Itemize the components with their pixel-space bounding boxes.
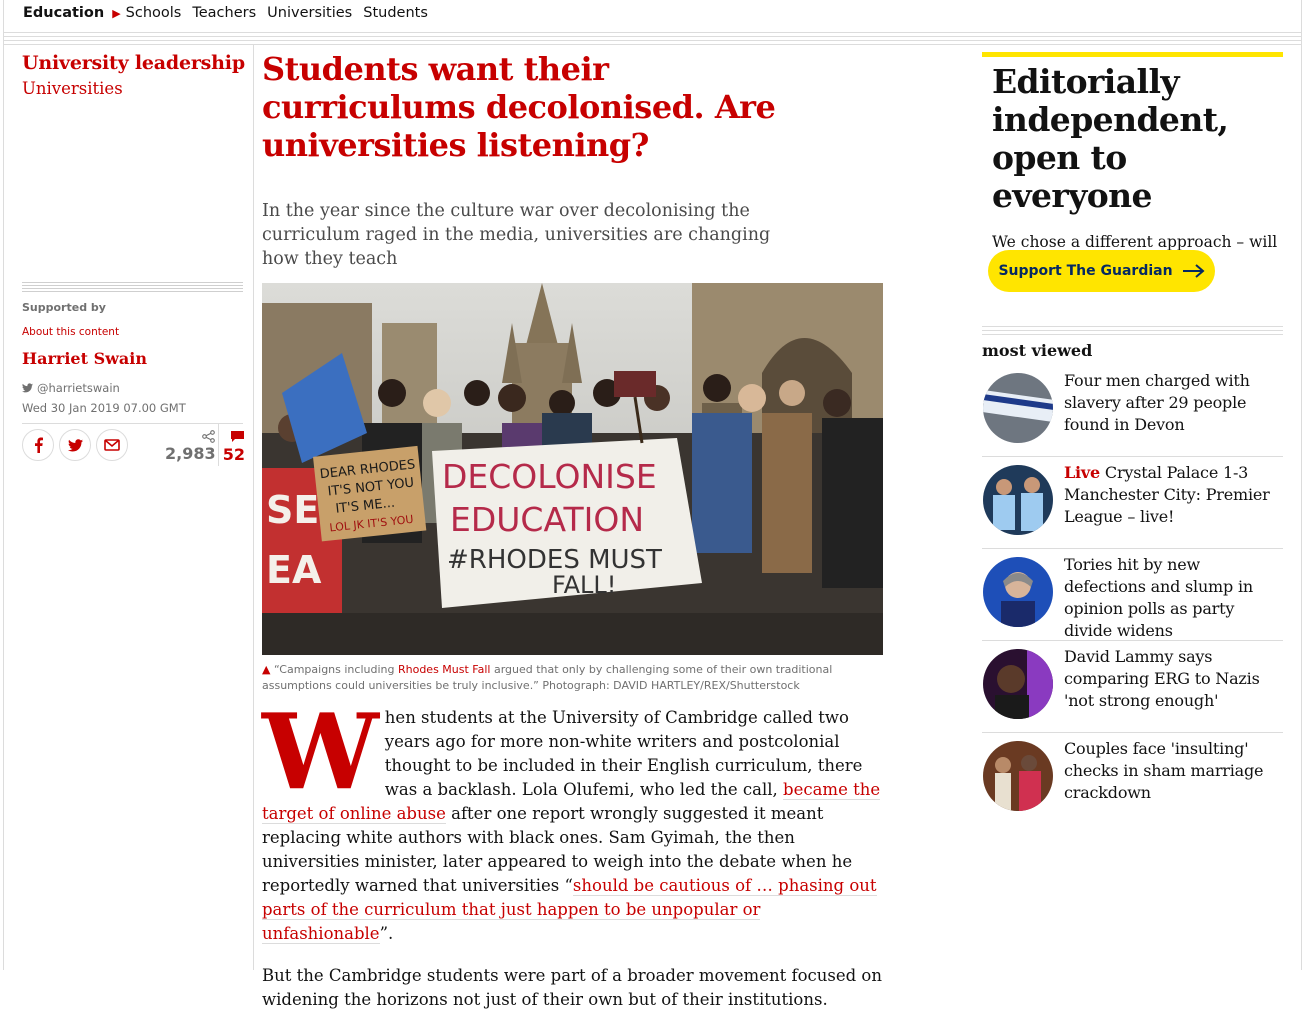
about-content-link[interactable]: About this content	[22, 326, 119, 338]
photo-banner-line: DECOLONISE	[442, 457, 657, 496]
section-nav: Education ▶ Schools Teachers Universitie…	[23, 2, 439, 24]
twitter-handle: @harrietswain	[37, 381, 120, 395]
svg-text:EA: EA	[266, 548, 322, 592]
most-viewed-headline: David Lammy says comparing ERG to Nazis …	[1064, 647, 1260, 710]
article-headline: Students want their curriculums decoloni…	[262, 50, 776, 164]
nav-arrow-icon: ▶	[112, 6, 121, 20]
share-icon	[202, 430, 215, 443]
series-label[interactable]: University leadership	[22, 52, 245, 74]
support-button-label: Support The Guardian	[998, 263, 1173, 279]
most-viewed-headline: Tories hit by new defections and slump i…	[1064, 555, 1253, 640]
nav-item-teachers[interactable]: Teachers	[192, 5, 256, 21]
most-viewed-thumbnail	[983, 465, 1053, 535]
comment-count-value: 52	[222, 445, 245, 464]
svg-text:SE: SE	[266, 488, 319, 532]
facebook-icon	[34, 437, 43, 453]
article-main-image: SE EA DEAR RHODES IT'S NOT YOU IT'S ME..…	[262, 283, 883, 655]
article-body: When students at the University of Cambr…	[262, 690, 882, 1030]
byline-author[interactable]: Harriet Swain	[22, 349, 147, 368]
support-heading: Editorially independent, open to everyon…	[992, 62, 1229, 215]
most-viewed-title: most viewed	[982, 341, 1093, 360]
email-icon	[104, 439, 120, 451]
most-viewed-item[interactable]: Four men charged with slavery after 29 p…	[982, 365, 1283, 457]
nav-item-schools[interactable]: Schools	[126, 5, 182, 21]
arrow-right-icon	[1182, 264, 1205, 278]
most-viewed-headline: Live Crystal Palace 1-3 Manchester City:…	[1064, 462, 1284, 528]
caption-triangle-icon: ▲	[262, 663, 271, 676]
photo-banner-line: FALL!	[552, 571, 616, 599]
caption-link[interactable]: Rhodes Must Fall	[398, 663, 491, 676]
comment-count-link[interactable]: 52	[218, 424, 245, 466]
photo-banner-line: EDUCATION	[450, 500, 644, 539]
most-viewed-rules	[982, 326, 1283, 336]
nav-divider	[3, 32, 1302, 33]
twitter-icon	[67, 438, 83, 451]
drop-cap: W	[262, 690, 379, 813]
share-twitter-button[interactable]	[59, 429, 91, 461]
supported-by-label: Supported by	[22, 301, 106, 314]
support-button[interactable]: Support The Guardian	[988, 250, 1215, 292]
most-viewed-item[interactable]: Tories hit by new defections and slump i…	[982, 549, 1283, 641]
article-paragraph: But the Cambridge students were part of …	[262, 966, 882, 1009]
most-viewed-item[interactable]: Couples face 'insulting' checks in sham …	[982, 733, 1283, 825]
most-viewed-item[interactable]: Live Crystal Palace 1-3 Manchester City:…	[982, 457, 1283, 549]
most-viewed-thumbnail	[983, 557, 1053, 627]
protest-photo: SE EA DEAR RHODES IT'S NOT YOU IT'S ME..…	[262, 283, 883, 655]
share-facebook-button[interactable]	[22, 429, 54, 461]
supported-divider	[22, 282, 243, 294]
paragraph-text: ”.	[379, 924, 394, 943]
live-badge: Live	[1064, 463, 1101, 482]
article-paragraph: When students at the University of Cambr…	[262, 690, 882, 946]
tag-label[interactable]: Universities	[22, 79, 123, 98]
most-viewed-list: Four men charged with slavery after 29 p…	[982, 365, 1283, 825]
twitter-icon	[22, 383, 33, 393]
nav-item-universities[interactable]: Universities	[267, 5, 352, 21]
share-email-button[interactable]	[96, 429, 128, 461]
most-viewed-headline: Four men charged with slavery after 29 p…	[1064, 371, 1250, 434]
nav-item-students[interactable]: Students	[363, 5, 428, 21]
caption-text: “Campaigns including	[273, 663, 398, 676]
most-viewed-thumbnail	[983, 649, 1053, 719]
twitter-handle-link[interactable]: @harrietswain	[22, 381, 120, 395]
share-count: 2,983	[165, 430, 216, 463]
most-viewed-thumbnail	[983, 373, 1053, 443]
meta-divider	[22, 423, 243, 424]
nav-section-education[interactable]: Education	[23, 5, 104, 21]
share-count-value: 2,983	[165, 444, 216, 463]
most-viewed-thumbnail	[983, 741, 1053, 811]
header-rules	[3, 36, 1302, 45]
comment-icon	[231, 431, 244, 442]
publish-date: Wed 30 Jan 2019 07.00 GMT	[22, 401, 186, 415]
article-standfirst: In the year since the culture war over d…	[262, 201, 771, 269]
most-viewed-item[interactable]: David Lammy says comparing ERG to Nazis …	[982, 641, 1283, 733]
column-divider	[253, 45, 254, 970]
most-viewed-headline: Couples face 'insulting' checks in sham …	[1064, 739, 1264, 802]
support-panel: Editorially independent, open to everyon…	[982, 52, 1283, 275]
